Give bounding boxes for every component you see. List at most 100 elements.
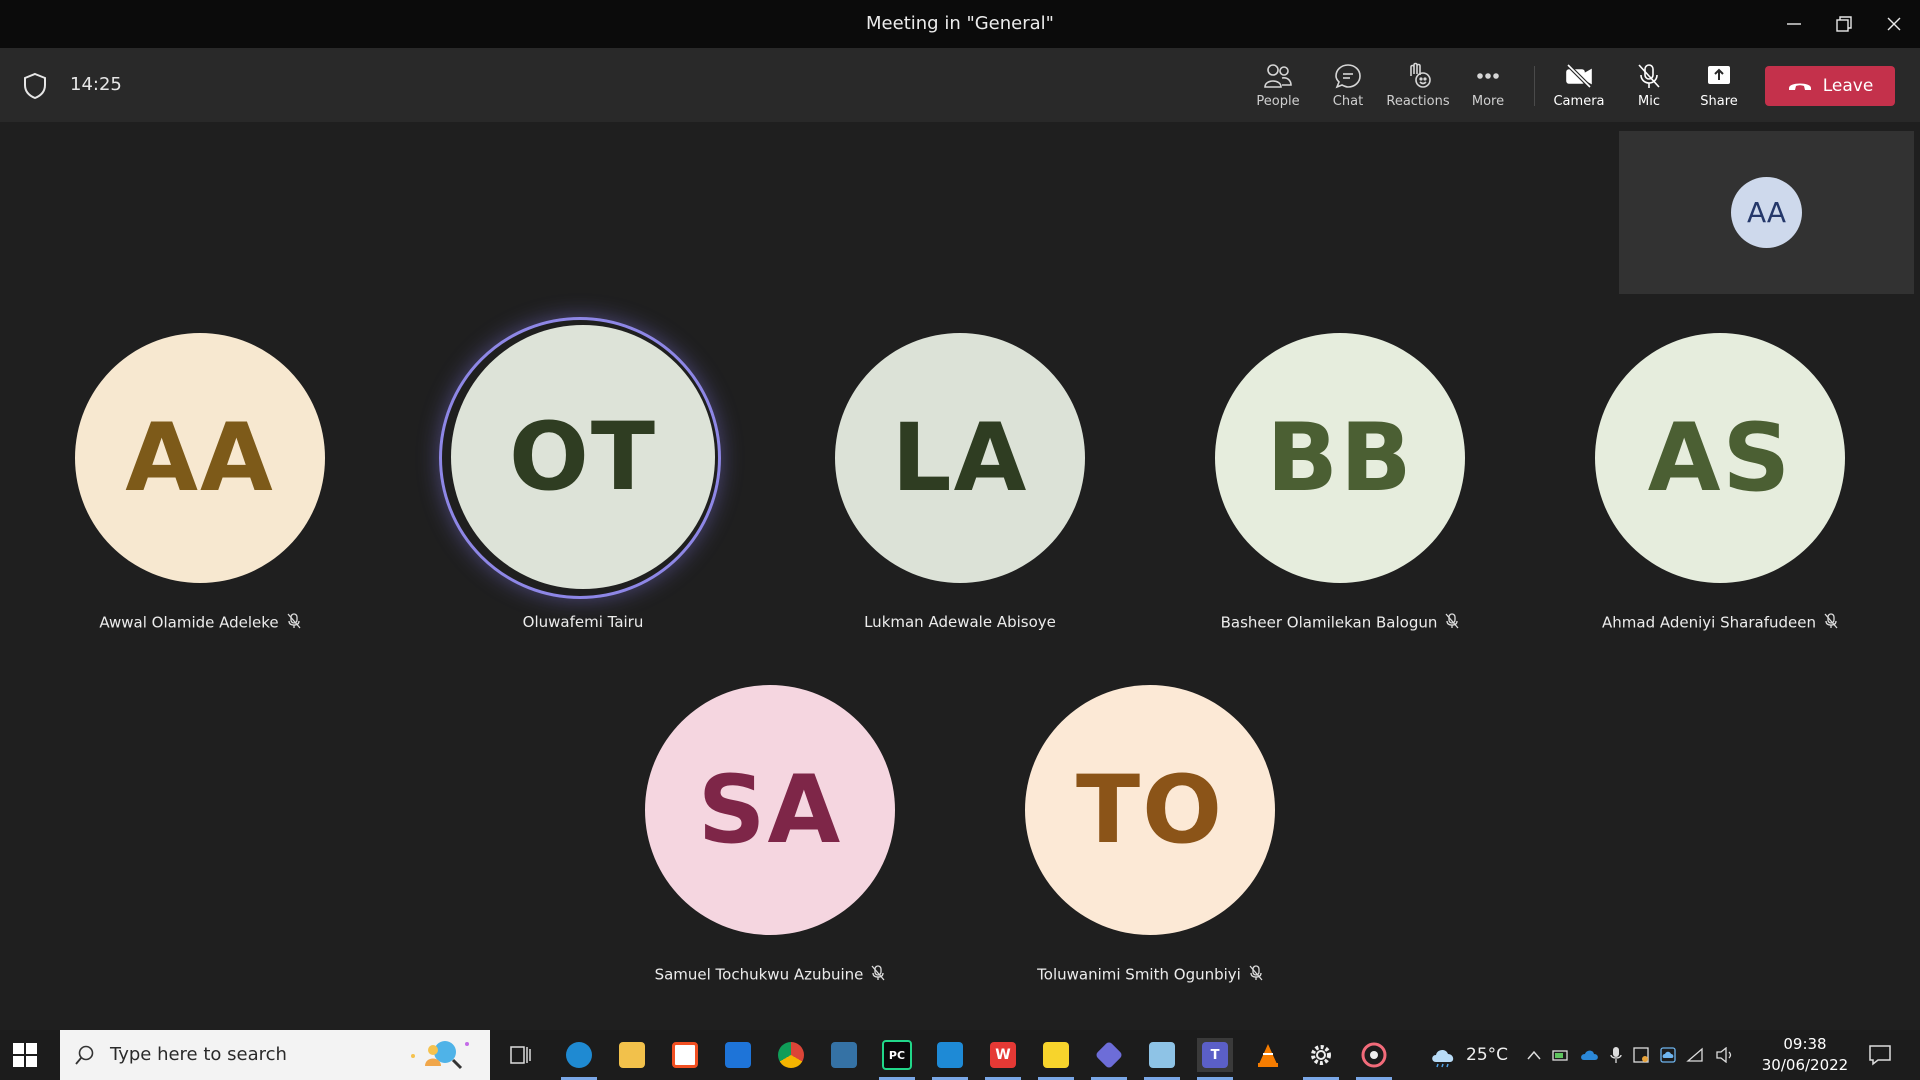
battery-charging-icon[interactable] [1551, 1047, 1571, 1063]
mic-button[interactable]: Mic [1614, 62, 1684, 116]
settings-app[interactable] [1303, 1038, 1339, 1072]
minimize-button[interactable] [1770, 0, 1818, 48]
self-avatar: AA [1731, 177, 1802, 248]
microphone-icon[interactable] [1609, 1046, 1623, 1064]
participant-tile[interactable]: SA Samuel Tochukwu Azubuine [595, 685, 895, 1015]
python-app[interactable] [826, 1038, 862, 1072]
windows-taskbar: Type here to search PC W T 25°C 09:38 30… [0, 1030, 1920, 1080]
windows-start-icon[interactable] [12, 1042, 38, 1068]
participant-avatar: AS [1595, 333, 1845, 583]
share-button[interactable]: Share [1684, 62, 1754, 116]
participant-avatar: SA [645, 685, 895, 935]
participant-name-row: Oluwafemi Tairu [383, 613, 783, 631]
share-label: Share [1700, 94, 1738, 109]
minimize-icon [1787, 23, 1801, 25]
participant-tile-speaking[interactable]: OT Oluwafemi Tairu [405, 317, 721, 663]
leave-label: Leave [1822, 76, 1874, 96]
security-shield-icon[interactable] [1632, 1046, 1650, 1064]
python-icon [831, 1042, 857, 1068]
participant-name-row: Ahmad Adeniyi Sharafudeen [1520, 613, 1920, 633]
participant-avatar: OT [451, 325, 715, 589]
pycharm-app[interactable]: PC [879, 1038, 915, 1072]
participant-tile[interactable]: AS Ahmad Adeniyi Sharafudeen [1545, 333, 1845, 663]
clock-date: 30/06/2022 [1761, 1056, 1849, 1074]
participant-name: Awwal Olamide Adeleke [99, 613, 279, 632]
speaker-icon[interactable] [1715, 1047, 1735, 1063]
search-highlight-icon [411, 1041, 469, 1070]
media-player-app[interactable] [1356, 1038, 1392, 1072]
store-icon [672, 1042, 698, 1068]
mic-muted-icon [871, 965, 885, 985]
participant-name-row: Toluwanimi Smith Ogunbiyi [950, 965, 1350, 985]
participant-tile[interactable]: AA Awwal Olamide Adeleke [25, 333, 325, 663]
vscode-app[interactable] [932, 1038, 968, 1072]
participant-name: Lukman Adewale Abisoye [864, 613, 1056, 631]
task-view-button[interactable] [502, 1038, 538, 1072]
chevron-up-icon[interactable] [1526, 1049, 1542, 1061]
weather-temperature: 25°C [1466, 1045, 1509, 1065]
teams-icon: T [1202, 1042, 1228, 1068]
mail-icon [725, 1042, 751, 1068]
wps-icon: W [990, 1042, 1016, 1068]
restore-button[interactable] [1820, 0, 1868, 48]
participant-tile[interactable]: LA Lukman Adewale Abisoye [785, 333, 1085, 663]
close-button[interactable] [1870, 0, 1918, 48]
taskbar-search-box[interactable]: Type here to search [60, 1030, 490, 1080]
system-tray [1526, 1030, 1735, 1080]
shield-icon[interactable] [22, 72, 48, 100]
reactions-button[interactable]: Reactions [1383, 62, 1453, 116]
mic-muted-icon [287, 613, 301, 633]
settings-gear-icon [1311, 1045, 1331, 1065]
wps-office-app[interactable]: W [985, 1038, 1021, 1072]
camera-label: Camera [1553, 94, 1605, 109]
search-placeholder: Type here to search [110, 1044, 287, 1065]
notepad-icon [1149, 1042, 1175, 1068]
people-label: People [1256, 94, 1300, 109]
wifi-icon[interactable] [1686, 1047, 1706, 1063]
sticky-notes-app[interactable] [1038, 1038, 1074, 1072]
chat-icon [1335, 64, 1361, 89]
participant-tile[interactable]: TO Toluwanimi Smith Ogunbiyi [975, 685, 1275, 1015]
mic-label: Mic [1638, 94, 1660, 109]
toolbar-divider [1534, 66, 1535, 106]
chat-button[interactable]: Chat [1313, 62, 1383, 116]
edge-app[interactable] [561, 1038, 597, 1072]
window-title: Meeting in "General" [866, 13, 1054, 34]
teams-app[interactable]: T [1197, 1038, 1233, 1072]
more-icon [1477, 73, 1499, 79]
participant-name: Oluwafemi Tairu [522, 613, 644, 631]
mic-muted-icon [1445, 613, 1459, 633]
participant-tile[interactable]: BB Basheer Olamilekan Balogun [1165, 333, 1465, 663]
participant-avatar: TO [1025, 685, 1275, 935]
leave-button[interactable]: Leave [1765, 66, 1895, 106]
onedrive-icon[interactable] [1580, 1048, 1600, 1062]
chrome-app[interactable] [773, 1038, 809, 1072]
more-button[interactable]: More [1453, 62, 1523, 116]
participant-name-row: Awwal Olamide Adeleke [0, 613, 400, 633]
share-icon [1708, 66, 1730, 84]
participant-name: Ahmad Adeniyi Sharafudeen [1602, 613, 1816, 632]
meeting-timer: 14:25 [70, 74, 122, 95]
clock-time: 09:38 [1783, 1035, 1827, 1053]
pycharm-icon: PC [882, 1040, 912, 1070]
git-app[interactable] [1091, 1038, 1127, 1072]
participant-name-row: Basheer Olamilekan Balogun [1140, 613, 1540, 633]
mail-app[interactable] [720, 1038, 756, 1072]
file-explorer-app[interactable] [614, 1038, 650, 1072]
people-button[interactable]: People [1243, 62, 1313, 116]
notepad-app[interactable] [1144, 1038, 1180, 1072]
participant-name: Basheer Olamilekan Balogun [1220, 613, 1438, 632]
cloud-sync-icon[interactable] [1659, 1046, 1677, 1064]
taskbar-clock[interactable]: 09:38 30/06/2022 [1745, 1034, 1865, 1076]
title-bar: Meeting in "General" [0, 0, 1920, 48]
notifications-icon[interactable] [1868, 1044, 1892, 1066]
phone-hangup-icon [1788, 83, 1811, 90]
reactions-icon [1410, 62, 1431, 88]
self-view[interactable]: AA [1619, 131, 1914, 294]
vlc-app[interactable] [1250, 1038, 1286, 1072]
weather-widget[interactable]: 25°C [1428, 1030, 1508, 1080]
camera-button[interactable]: Camera [1544, 62, 1614, 116]
mic-muted-icon [1249, 965, 1263, 985]
microsoft-store-app[interactable] [667, 1038, 703, 1072]
chat-label: Chat [1332, 94, 1364, 109]
